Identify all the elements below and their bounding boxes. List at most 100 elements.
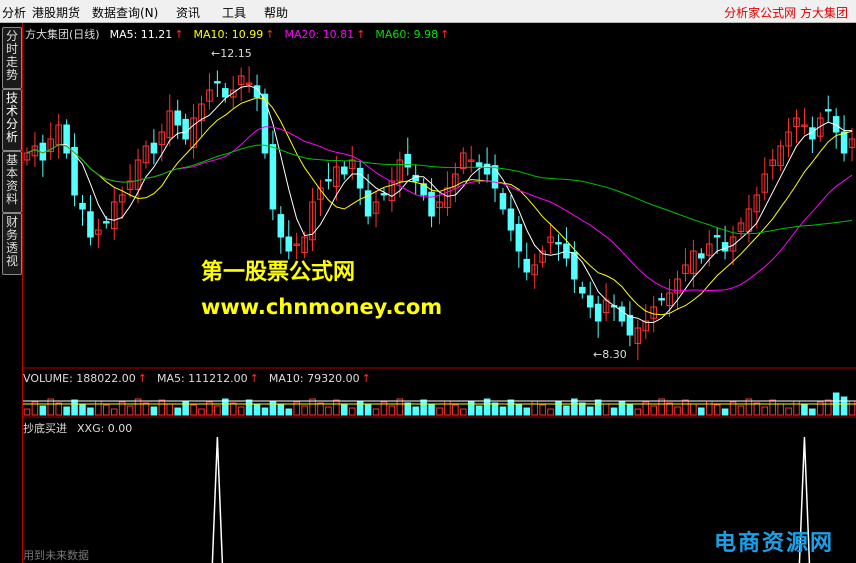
volume-bar [333,399,340,416]
legend-vol-ma10: MA10: 79320.00 ↑ [268,372,371,385]
volume-bar [634,408,642,416]
high-mark: ←12.15 [211,47,252,60]
volume-bar [23,408,31,416]
menu-tools[interactable]: 工具 [222,4,246,21]
price-legend: 方大集团(日线) MA5: 11.21 ↑ MA10: 10.99 ↑ MA20: 10.… [25,26,459,42]
candle-body [261,93,269,154]
volume-bar [341,403,348,416]
volume-bar [436,407,443,416]
volume-bar [229,402,237,416]
volume-bar [79,403,86,416]
volume-bar [690,403,697,416]
volume-bar [698,407,705,416]
tab-technical[interactable]: 技术分析 [2,89,22,151]
side-tabs: 分时走势 技术分析 基本资料 财务透视 [0,23,23,563]
volume-bar [777,403,784,416]
candle-body [713,235,721,238]
volume-bar [158,399,166,416]
menu-help[interactable]: 帮助 [264,4,288,21]
volume-bar [103,404,110,416]
legend-ma5: MA5: 11.21 ↑ [109,28,184,41]
tab-financials[interactable]: 财务透视 [2,213,22,275]
legend-title: 方大集团(日线) [25,28,100,41]
corner-logo: 电商资源网 [713,531,834,556]
candle-body [594,303,602,322]
menu-analysis[interactable]: 分析 [2,4,26,21]
menu-data-query[interactable]: 数据查询(N) [92,4,158,21]
volume-bar [769,399,776,416]
volume-bar [269,400,277,416]
volume-bar [618,400,626,416]
volume-bar [428,403,435,416]
volume-bar [674,406,681,416]
indicator-value: XXG: 0.00 [77,422,133,435]
volume-bar [356,400,364,416]
volume-bar [753,402,761,416]
bottom-note: 用到未来数据 [23,549,89,562]
volume-bar [705,400,713,416]
candle-body [515,223,523,252]
volume-bar [848,400,856,416]
chart-area[interactable]: 方大集团(日线) MA5: 11.21 ↑ MA10: 10.99 ↑ MA20: 10.… [23,23,856,563]
volume-bar [150,406,158,416]
volume-bar [793,400,800,416]
candle-body [626,314,634,336]
volume-bar [761,406,769,416]
volume-bar [372,408,380,416]
candle-body [182,118,189,140]
tab-fundamentals[interactable]: 基本资料 [2,151,22,213]
candle-body [325,179,332,182]
candle-body [698,253,705,259]
volume-bar [126,405,134,416]
volume-bar [182,400,189,416]
brand-text: 分析家公式网 方大集团 [724,6,848,20]
legend-vol-ma5: MA5: 111212.00 ↑ [156,372,259,385]
watermark-url: www.chnmoney.com [201,295,443,319]
candle-body [721,242,729,252]
volume-bar [507,399,515,416]
legend-volume: VOLUME: 188022.00 ↑ [23,372,147,385]
candle-body [214,81,221,84]
chart-svg[interactable] [23,23,856,563]
volume-bar [460,408,467,416]
volume-bar [348,407,356,416]
candle-body [579,286,586,294]
volume-bar [602,403,610,416]
volume-bar [682,399,689,416]
candle-body [428,191,435,217]
volume-bar [713,404,721,416]
volume-bar [610,407,618,416]
candle-body [341,166,348,175]
volume-bar [110,408,118,416]
menu-hk-futures[interactable]: 港股期货 [32,4,80,21]
candle-body [586,295,594,308]
candle-body [555,242,562,245]
volume-bar [388,405,396,416]
volume-bar [531,400,538,416]
volume-bar [95,400,102,416]
volume-bar [237,406,245,416]
candle-body [285,236,293,252]
volume-bar [55,402,62,416]
volume-bar [452,404,459,416]
candle-body [79,202,86,210]
volume-bar [317,402,324,416]
watermark-title: 第一股票公式网 [201,260,356,285]
tab-intraday[interactable]: 分时走势 [2,27,22,89]
volume-bar [404,402,412,416]
candle-body [150,142,158,154]
candle-body [840,131,848,154]
volume-bar [444,400,451,416]
candle-body [499,193,507,210]
candle-body [174,110,181,126]
volume-bar [364,404,372,416]
volume-bar [721,408,729,416]
volume-bar [785,407,792,416]
volume-bar [824,399,832,416]
volume-bar [63,406,70,416]
menu-news[interactable]: 资讯 [176,4,200,21]
volume-bar [277,404,285,416]
volume-bar [666,402,673,416]
low-mark: ←8.30 [593,348,627,361]
volume-bar [801,404,808,416]
